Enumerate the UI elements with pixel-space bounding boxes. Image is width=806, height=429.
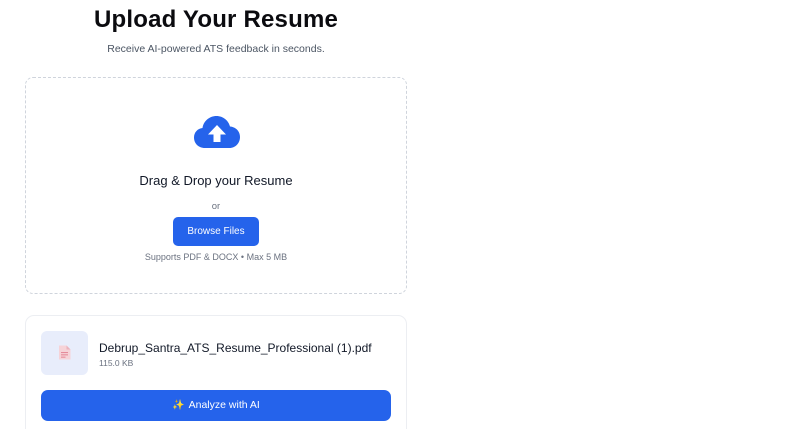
page: Upload Your Resume Receive AI-powered AT… [0, 0, 806, 429]
dropzone-title: Drag & Drop your Resume [139, 173, 293, 188]
supported-formats-text: Supports PDF & DOCX • Max 5 MB [144, 252, 288, 262]
document-icon [59, 345, 71, 360]
analyze-with-ai-button[interactable]: ✨ Analyze with AI [41, 390, 391, 421]
file-thumbnail [41, 331, 88, 375]
file-dropzone[interactable]: Drag & Drop your Resume or Browse Files … [25, 77, 407, 294]
sparkles-icon: ✨ [172, 400, 185, 411]
page-title: Upload Your Resume [93, 6, 339, 33]
cloud-upload-icon [194, 116, 240, 148]
file-size: 115.0 KB [99, 358, 134, 368]
page-subtitle: Receive AI-powered ATS feedback in secon… [107, 43, 325, 55]
file-name: Debrup_Santra_ATS_Resume_Professional (1… [99, 341, 372, 355]
browse-files-button[interactable]: Browse Files [173, 217, 259, 246]
analyze-button-label: Analyze with AI [188, 399, 260, 411]
or-separator: or [211, 201, 221, 212]
selected-file-card: Debrup_Santra_ATS_Resume_Professional (1… [25, 315, 407, 429]
